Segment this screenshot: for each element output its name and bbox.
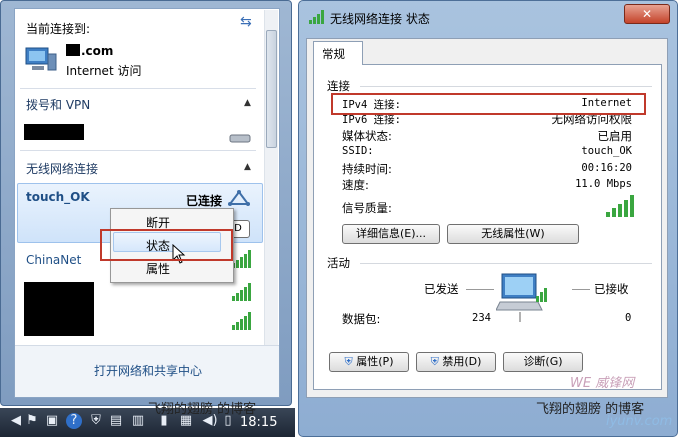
current-network-name: .com — [81, 44, 114, 58]
activity-computer-icon — [496, 273, 547, 322]
clock[interactable]: 18:15 — [240, 415, 277, 430]
highlight-box — [331, 93, 646, 115]
current-connection-label: 当前连接到: — [26, 22, 91, 36]
activity-group-label: 活动 — [327, 256, 350, 270]
dialog-title: 无线网络连接 状态 — [330, 12, 430, 26]
current-network-access: Internet 访问 — [66, 64, 142, 78]
wireless-properties-button[interactable]: 无线属性(W) — [447, 224, 579, 244]
speed-label: 速度: — [342, 178, 369, 192]
duration-label: 持续时间: — [342, 162, 392, 176]
chevron-left-icon[interactable]: ◀ — [8, 413, 24, 429]
received-label: 已接收 — [594, 282, 629, 296]
apps-icon[interactable]: ▤ — [108, 413, 124, 429]
shield-icon[interactable]: ⛨ — [88, 413, 104, 429]
packets-sent-value: 234 — [472, 312, 491, 324]
signal-quality-label: 信号质量: — [342, 201, 392, 215]
watermark-url: iyunv.com — [606, 414, 673, 429]
media-state-value: 已启用 — [597, 129, 633, 143]
dialup-section-header[interactable]: 拨号和 VPN — [26, 96, 90, 113]
wireless-title-icon — [309, 10, 325, 24]
shield-icon: ⛨ — [430, 355, 439, 368]
details-button[interactable]: 详细信息(E)... — [342, 224, 440, 244]
disable-button[interactable]: ⛨ 禁用(D) — [416, 352, 496, 372]
signal-strength-icon — [232, 283, 252, 301]
redacted-block — [66, 44, 80, 56]
collapse-caret-icon[interactable]: ▲ — [244, 98, 251, 108]
refresh-icon[interactable]: ⇆ — [240, 14, 252, 30]
speed-value: 11.0 Mbps — [575, 178, 632, 190]
ssid-label: SSID: — [342, 145, 374, 157]
network-status: 已连接 — [186, 194, 223, 208]
packets-label: 数据包: — [342, 312, 381, 326]
shield-icon: ⛨ — [344, 355, 353, 368]
flag-icon[interactable]: ⚑ — [24, 413, 40, 429]
signal-strength-icon — [232, 250, 252, 268]
disable-button-label: 禁用(D) — [442, 355, 482, 368]
diagnose-button[interactable]: 诊断(G) — [503, 352, 583, 372]
tab-label: 常规 — [322, 47, 345, 61]
sent-label: 已发送 — [424, 282, 459, 296]
pc-icon[interactable]: ▥ — [130, 413, 146, 429]
highlight-box — [100, 229, 233, 261]
connection-group-label: 连接 — [327, 79, 350, 93]
close-button[interactable]: ✕ — [624, 4, 670, 24]
wireless-section-header[interactable]: 无线网络连接 — [26, 160, 98, 177]
network-computer-icon — [25, 47, 57, 71]
signal-quality-icon — [606, 195, 634, 217]
properties-button-label: 属性(P) — [356, 355, 394, 368]
open-network-center-link[interactable]: 打开网络和共享中心 — [94, 362, 202, 379]
connected-network-icon — [228, 190, 250, 206]
network-name: touch_OK — [26, 190, 90, 204]
watermark-brand: WE 威锋网 — [570, 376, 635, 391]
ssid-value: touch_OK — [581, 145, 632, 157]
duration-value: 00:16:20 — [581, 162, 632, 174]
window-icon[interactable]: ▣ — [44, 413, 60, 429]
redacted-connection — [24, 124, 84, 140]
modem-icon — [229, 134, 251, 143]
properties-button[interactable]: ⛨ 属性(P) — [329, 352, 409, 372]
redacted-network — [24, 282, 94, 336]
collapse-caret-icon[interactable]: ▲ — [244, 162, 251, 172]
help-icon[interactable]: ? — [66, 413, 82, 429]
scrollbar-thumb[interactable] — [266, 30, 277, 148]
network-name: ChinaNet — [26, 253, 82, 267]
watermark: 飞翔的翅膀 的博客 — [148, 402, 257, 417]
signal-strength-icon — [232, 312, 252, 330]
media-state-label: 媒体状态: — [342, 129, 392, 143]
packets-received-value: 0 — [625, 312, 632, 324]
menu-item-properties[interactable]: 属性 — [146, 260, 170, 277]
